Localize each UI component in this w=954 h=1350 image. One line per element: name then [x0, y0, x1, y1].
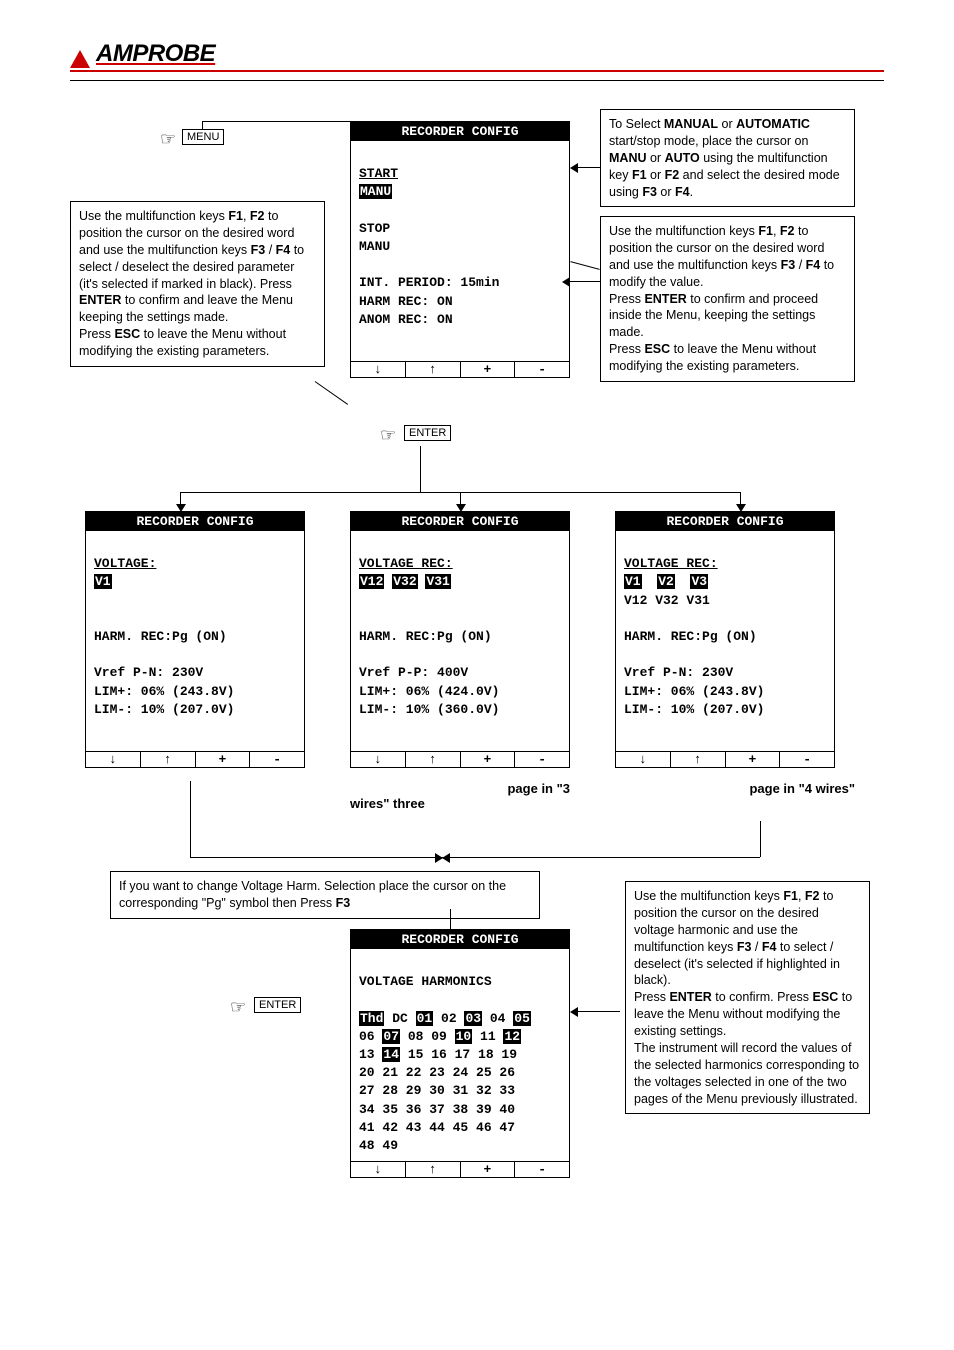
- fkey-f4: -: [515, 362, 569, 377]
- fkey-f1: ↓: [351, 1162, 406, 1177]
- lcd-main: RECORDER CONFIG START MANU STOP MANU INT…: [350, 121, 570, 378]
- fkey-f3: +: [726, 752, 781, 767]
- lcd-fkeys-row: ↓ ↑ + -: [351, 1161, 569, 1177]
- arrow-down: [460, 492, 461, 504]
- note-change-harm-selection: If you want to change Voltage Harm. Sele…: [110, 871, 540, 919]
- fkey-f2: ↑: [406, 1162, 461, 1177]
- lcd-harmonics: RECORDER CONFIG VOLTAGE HARMONICS Thd DC…: [350, 929, 570, 1178]
- lcd-body: VOLTAGE REC: V12 V32 V31 HARM. REC:Pg (O…: [351, 531, 569, 751]
- lcd-fkeys-row: ↓ ↑ + -: [616, 751, 834, 767]
- hand-icon: ☞: [380, 425, 396, 446]
- fkey-f4: -: [515, 752, 569, 767]
- hand-icon: ☞: [230, 997, 246, 1018]
- fkey-f1: ↓: [351, 362, 406, 377]
- fkey-f2: ↑: [671, 752, 726, 767]
- connector: [202, 121, 203, 129]
- fkey-f4: -: [250, 752, 304, 767]
- connector: [202, 121, 350, 122]
- connector: [570, 261, 599, 270]
- fkey-f3: +: [196, 752, 251, 767]
- lcd-fkeys-row: ↓ ↑ + -: [351, 751, 569, 767]
- brand-triangle-icon: [70, 50, 90, 68]
- caption-3wires: page in "3 wires" three: [350, 781, 570, 811]
- lcd-title: RECORDER CONFIG: [351, 930, 569, 949]
- brand-header: AMPROBE: [70, 40, 884, 72]
- lcd-title: RECORDER CONFIG: [351, 122, 569, 141]
- note-modify-value: Use the multifunction keys F1, F2 to pos…: [600, 216, 855, 382]
- lcd-title: RECORDER CONFIG: [616, 512, 834, 531]
- hand-icon: ☞: [160, 129, 176, 150]
- fkey-f1: ↓: [616, 752, 671, 767]
- lcd-body: VOLTAGE REC: V1 V2 V3 V12 V32 V31 HARM. …: [616, 531, 834, 751]
- arrow-left: [578, 1011, 620, 1012]
- brand-name: AMPROBE: [96, 40, 215, 68]
- arrow-left: [578, 167, 600, 168]
- menu-key: MENU: [182, 129, 224, 145]
- arrow-left: [570, 281, 600, 282]
- connector: [315, 381, 348, 405]
- connector: [760, 821, 761, 857]
- connector: [420, 446, 421, 492]
- arrow-left: [450, 857, 460, 858]
- lcd-title: RECORDER CONFIG: [86, 512, 304, 531]
- fkey-f4: -: [515, 1162, 569, 1177]
- lcd-title: RECORDER CONFIG: [351, 512, 569, 531]
- connector: [450, 909, 451, 929]
- fkey-f2: ↑: [141, 752, 196, 767]
- fkey-f3: +: [461, 752, 516, 767]
- fkey-f4: -: [780, 752, 834, 767]
- lcd-fkeys-row: ↓ ↑ + -: [86, 751, 304, 767]
- arrow-down: [740, 492, 741, 504]
- fkey-f1: ↓: [351, 752, 406, 767]
- lcd-body: VOLTAGE HARMONICS Thd DC 01 02 03 04 05 …: [351, 949, 569, 1161]
- lcd-fkeys-row: ↓ ↑ + -: [351, 361, 569, 377]
- arrow-down: [180, 492, 181, 504]
- caption-4wires: page in "4 wires": [635, 781, 855, 796]
- arrow-right: [190, 857, 435, 858]
- note-harmonics: Use the multifunction keys F1, F2 to pos…: [625, 881, 870, 1114]
- fkey-f3: +: [461, 362, 516, 377]
- note-f1f4-select: Use the multifunction keys F1, F2 to pos…: [70, 201, 325, 367]
- lcd-voltage-v1: RECORDER CONFIG VOLTAGE: V1 HARM. REC:Pg…: [85, 511, 305, 768]
- fkey-f3: +: [461, 1162, 516, 1177]
- enter-key: ENTER: [254, 997, 301, 1013]
- lcd-voltage-4wires: RECORDER CONFIG VOLTAGE REC: V1 V2 V3 V1…: [615, 511, 835, 768]
- fkey-f2: ↑: [406, 752, 461, 767]
- note-manual-auto: To Select MANUAL or AUTOMATIC start/stop…: [600, 109, 855, 207]
- fkey-f1: ↓: [86, 752, 141, 767]
- lcd-voltage-3wires: RECORDER CONFIG VOLTAGE REC: V12 V32 V31…: [350, 511, 570, 768]
- connector: [190, 781, 191, 857]
- enter-key: ENTER: [404, 425, 451, 441]
- page-body: ☞ MENU Use the multifunction keys F1, F2…: [70, 81, 884, 1301]
- lcd-body: VOLTAGE: V1 HARM. REC:Pg (ON) Vref P-N: …: [86, 531, 304, 751]
- lcd-body: START MANU STOP MANU INT. PERIOD: 15min …: [351, 141, 569, 361]
- fkey-f2: ↑: [406, 362, 461, 377]
